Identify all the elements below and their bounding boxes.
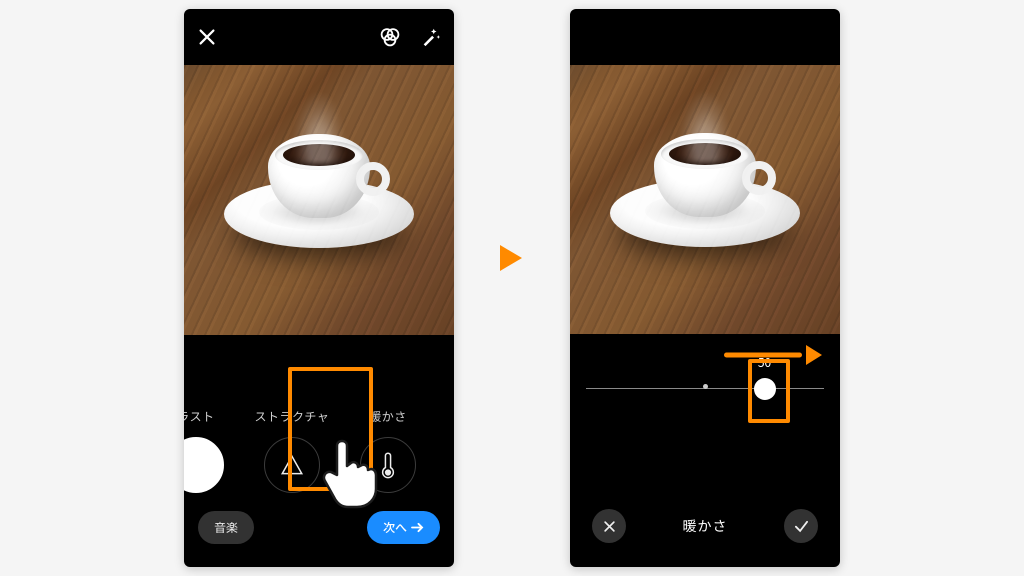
confirm-button[interactable] [784,509,818,543]
next-button-label: 次へ [383,519,407,536]
phone-screen-edit-tools: ラスト ストラクチャ 暖かさ 彩度 [184,9,454,567]
slider-midpoint [703,384,708,389]
slider-value: 50 [758,354,771,371]
thermometer-icon [360,437,416,493]
slider-handle[interactable] [754,378,776,400]
adjust-tool-label: ストラクチャ [255,408,330,425]
slider-track[interactable]: 50 [586,388,824,389]
adjust-tool-label: ラスト [184,408,215,425]
phone-screen-warmth-slider: 50 暖かさ [570,9,840,567]
editor-bottom-bar: 音楽 次へ [184,497,454,567]
next-button[interactable]: 次へ [367,511,440,544]
close-icon[interactable] [196,26,218,48]
music-button-label: 音楽 [214,519,238,536]
triangle-icon [264,437,320,493]
adjust-title: 暖かさ [683,516,728,536]
magic-wand-icon[interactable] [420,26,442,48]
brightness-icon [184,437,224,493]
cancel-button[interactable] [592,509,626,543]
callout-transition-arrow [500,245,522,271]
editor-topbar [184,9,454,65]
color-filter-icon[interactable] [378,25,402,49]
photo-preview [570,65,840,334]
adjust-confirm-bar: 暖かさ [570,497,840,567]
warmth-slider[interactable]: 50 [570,334,840,498]
adjust-tool-saturation[interactable]: 彩度 [446,408,454,493]
adjust-tool-structure[interactable]: ストラクチャ [254,408,330,493]
adjust-tool-carousel[interactable]: ラスト ストラクチャ 暖かさ 彩度 [184,408,454,497]
adjust-tool-label: 暖かさ [369,408,407,425]
adjust-tool-contrast[interactable]: ラスト [184,408,234,493]
music-button[interactable]: 音楽 [198,511,254,544]
photo-preview [184,65,454,335]
adjust-tool-warmth[interactable]: 暖かさ [350,408,426,493]
